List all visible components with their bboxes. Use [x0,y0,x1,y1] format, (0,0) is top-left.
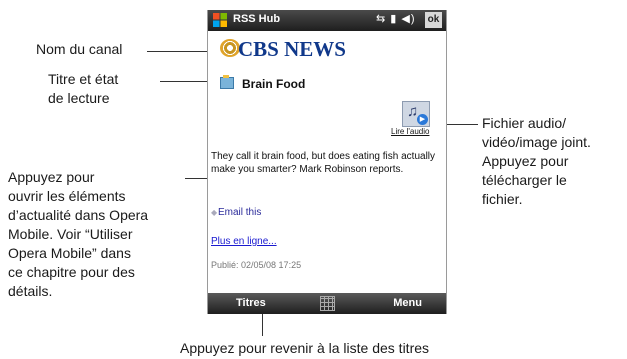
item-title: Brain Food [242,77,306,91]
annotation-open-items: Appuyez pour ouvrir les éléments d’actua… [8,169,149,299]
device-screen: RSS Hub ⇆ ▮ ◀) ok CBS NEWS Brain Food ♫ … [207,10,447,314]
app-title: RSS Hub [233,13,281,25]
audio-attachment-icon[interactable]: ♫ ▶ [402,101,430,127]
email-this-link[interactable]: Email this [218,207,261,218]
audio-link[interactable]: Lire l'audio [391,127,429,136]
leader-back [262,314,263,336]
cbs-eye-icon [220,39,240,57]
title-bar: RSS Hub ⇆ ▮ ◀) ok [208,10,446,31]
softkey-bar: Titres Menu [208,293,446,314]
email-bullet-icon: ◆ [211,208,218,217]
status-icons: ⇆ ▮ ◀) [376,13,416,25]
windows-logo-icon[interactable] [212,12,228,28]
feed-item-icon [220,75,234,89]
annotation-channel-name: Nom du canal [36,41,123,57]
channel-name: CBS NEWS [238,37,346,61]
titles-softkey[interactable]: Titres [236,297,266,309]
more-online-link[interactable]: Plus en ligne... [211,236,277,247]
published-date: Publié: 02/05/08 17:25 [211,260,302,270]
keyboard-grid-icon[interactable] [320,296,335,311]
menu-softkey[interactable]: Menu [393,297,422,309]
leader-title [160,81,212,82]
annotation-title-state: Titre et état de lecture [48,71,119,106]
annotation-attachment: Fichier audio/ vidéo/image joint. Appuye… [482,115,591,207]
item-description[interactable]: They call it brain food, but does eating… [211,150,443,176]
annotation-back: Appuyez pour revenir à la liste des titr… [180,340,430,356]
ok-button[interactable]: ok [425,12,442,28]
